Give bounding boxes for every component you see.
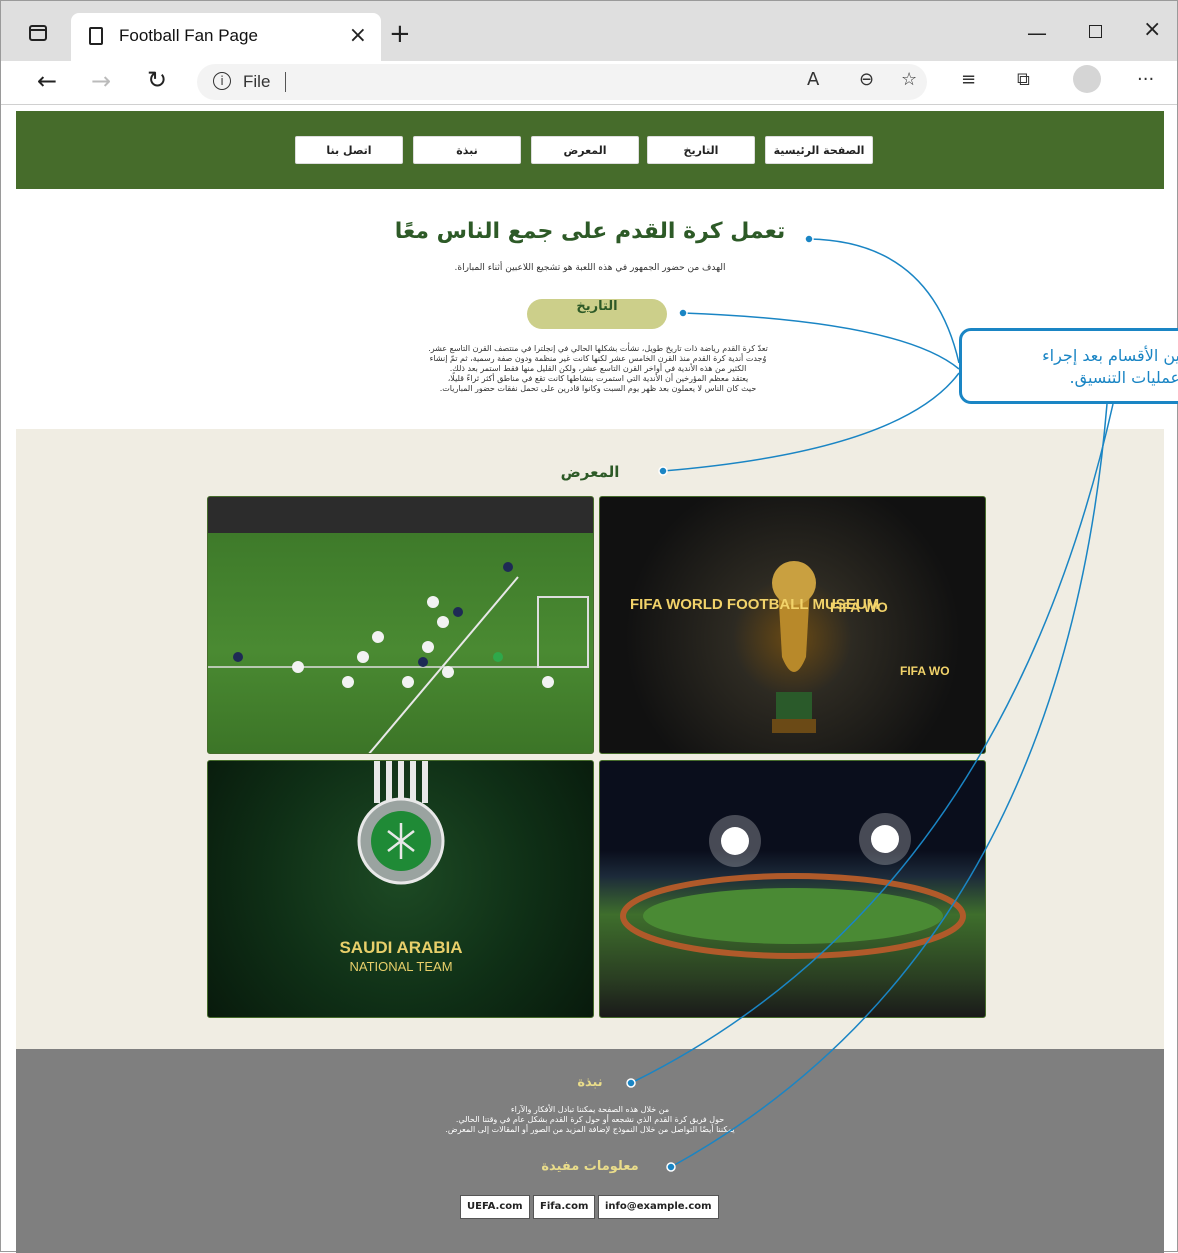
annotation-callout: ين الأقسام بعد إجراء عمليات التنسيق. [959, 328, 1178, 404]
annotation-line: ين الأقسام بعد إجراء [1042, 346, 1178, 365]
annotation-lines [626, 234, 1114, 1172]
browser-window: Football Fan Page × + — × ← → ↻ i File A… [0, 0, 1178, 1253]
annotation-line: عمليات التنسيق. [1069, 368, 1178, 387]
